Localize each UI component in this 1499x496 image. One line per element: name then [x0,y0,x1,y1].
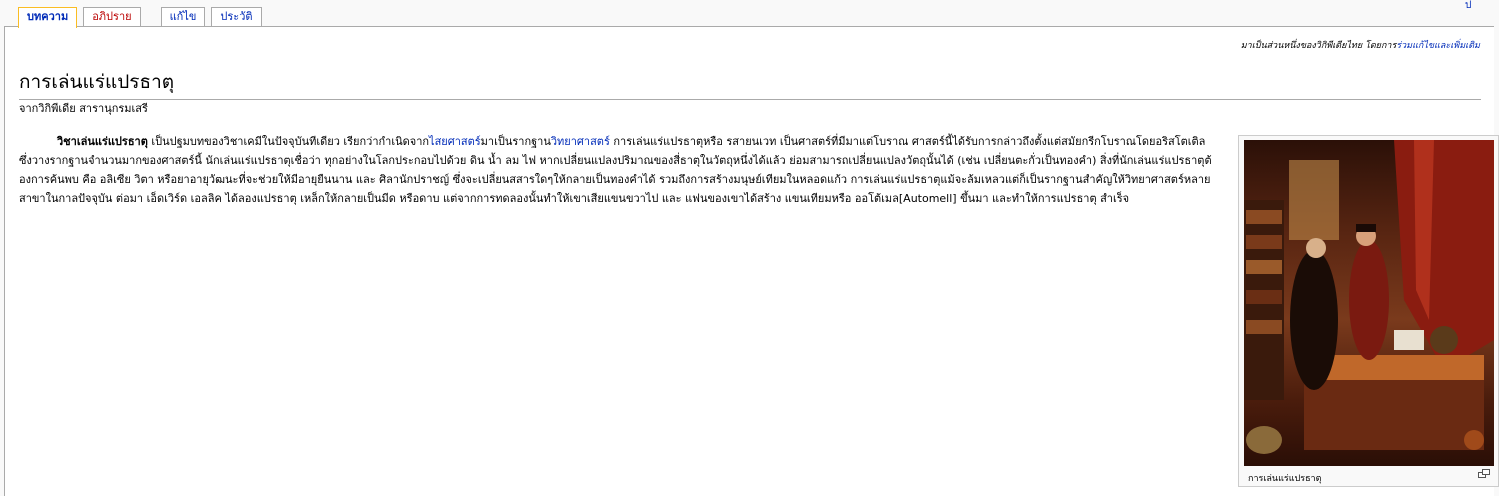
link-science[interactable]: วิทยาศาสตร์ [551,135,610,148]
from-wikipedia: จากวิกิพีเดีย สารานุกรมเสรี [19,102,148,115]
site-sub-text: มาเป็นส่วนหนึ่งของวิกิพีเดียไทย โดยการ [1240,41,1397,51]
link-occultism[interactable]: ไสยศาสตร์ [429,135,481,148]
site-sub: มาเป็นส่วนหนึ่งของวิกิพีเดียไทย โดยการร่… [1241,38,1480,52]
personal-link-fragment[interactable]: ปู [1465,0,1495,8]
tab-edit[interactable]: แก้ไข [160,7,206,26]
page-tabs: บทความ อภิปราย แก้ไข ประวัติ [18,7,268,28]
body-text-2: มาเป็นรากฐาน [480,135,551,148]
body-text-1: เป็นปฐมบทของวิชาเคมีในปัจจุบันทีเดียว เร… [147,135,430,148]
content-area: มาเป็นส่วนหนึ่งของวิกิพีเดียไทย โดยการร่… [4,26,1499,496]
tab-article[interactable]: บทความ [18,7,78,28]
magnify-icon[interactable] [1478,469,1490,478]
site-sub-link[interactable]: ร่วมแก้ไขและเพิ่มเติม [1396,41,1480,51]
article-bold-term: วิชาเล่นแร่แปรธาตุ [57,135,148,148]
page-title: การเล่นแร่แปรธาตุ [19,67,1481,100]
tab-history[interactable]: ประวัติ [211,7,262,26]
painting-illustration [1244,140,1494,454]
thumbnail-caption: การเล่นแร่แปรธาตุ [1248,474,1322,484]
tab-discussion[interactable]: อภิปราย [83,7,141,26]
alchemist-painting-image[interactable] [1244,140,1494,466]
article-body: วิชาเล่นแร่แปรธาตุ เป็นปฐมบทของวิชาเคมีใ… [19,132,1215,208]
thumbnail-box: การเล่นแร่แปรธาตุ [1238,135,1499,487]
